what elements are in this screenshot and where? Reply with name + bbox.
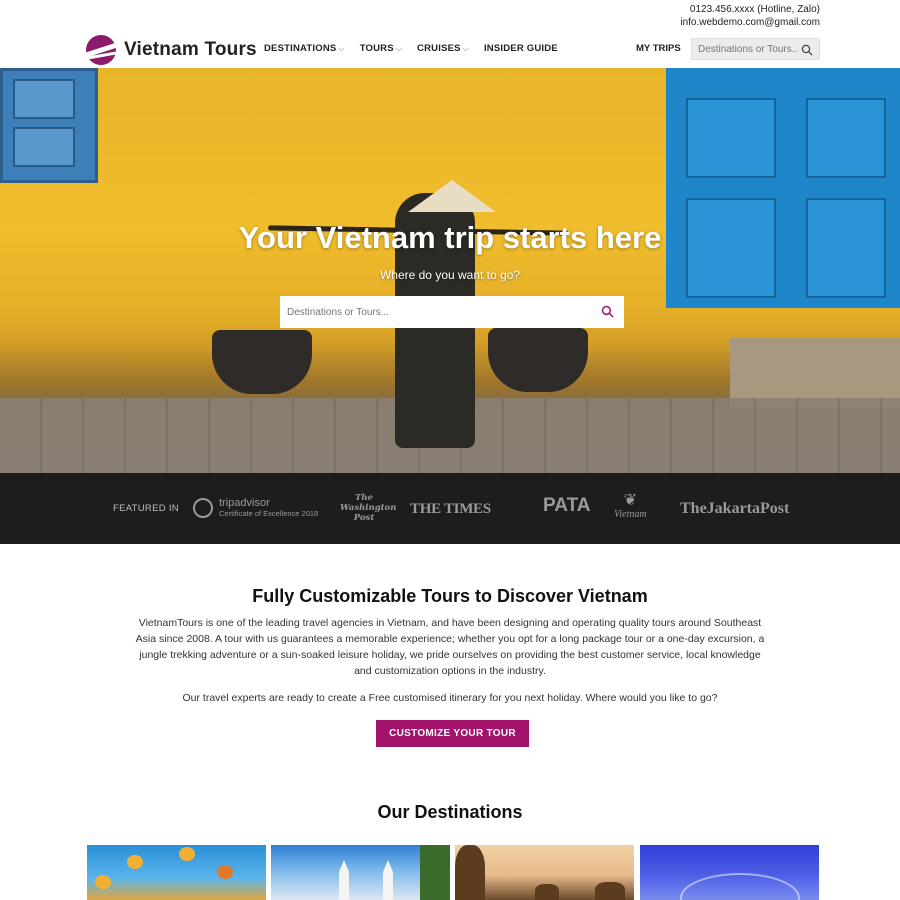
chevron-down-icon: ⌵ [462,43,469,53]
search-icon[interactable] [801,43,813,61]
hero-title: Your Vietnam trip starts here [238,220,662,255]
chevron-down-icon: ⌵ [338,43,345,53]
main-nav: DESTINATIONS ⌵ TOURS ⌵ CRUISES ⌵ INSIDER GU… [264,43,558,54]
featured-in-band: FEATURED IN tripadvisor Certificate of E… [0,473,900,544]
destination-card[interactable] [271,845,450,900]
header-search-input[interactable] [698,43,798,55]
hero-search [280,296,624,328]
the-times-logo: THE TIMES [410,501,491,517]
logo-text: Vietnam Tours [124,39,257,60]
nav-insider-guide[interactable]: INSIDER GUIDE [484,43,558,54]
destinations-title: Our Destinations [377,802,523,822]
pata-logo: PATA [543,495,591,516]
hero-subtitle: Where do you want to go? [379,268,521,282]
hero-photo-window [0,68,98,183]
contact-phone: 0123.456.xxxx (Hotline, Zalo) [689,4,820,15]
washington-post-logo: The Washington Post [340,493,397,523]
vietnam-logo: ❦ Vietnam [614,492,647,521]
tripadvisor-logo: tripadvisor Certificate of Excellence 20… [193,497,318,518]
about-title: Fully Customizable Tours to Discover Vie… [252,586,648,606]
about-paragraph: VietnamTours is one of the leading trave… [135,617,765,677]
hero-banner: Your Vietnam trip starts here Where do y… [0,68,900,473]
nav-cruises[interactable]: CRUISES ⌵ [417,43,469,54]
lotus-icon: ❦ [623,492,637,509]
chevron-down-icon: ⌵ [395,43,403,53]
header-search [691,38,820,60]
my-trips-link[interactable]: MY TRIPS [636,43,681,54]
about-paragraph-2: Our travel experts are ready to create a… [182,692,718,704]
jakarta-post-logo: TheJakartaPost [680,500,790,517]
hero-search-input[interactable] [287,306,587,318]
destination-card[interactable] [455,845,634,900]
cathedral-spire [339,860,349,900]
customize-tour-button[interactable]: CUSTOMIZE YOUR TOUR [376,720,529,747]
award-icon [193,497,213,518]
contact-email[interactable]: info.webdemo.com@gmail.com [680,16,820,29]
featured-label: FEATURED IN [113,503,179,514]
site-logo[interactable]: Vietnam Tours [86,35,257,65]
search-icon[interactable] [601,305,614,323]
nav-destinations[interactable]: DESTINATIONS ⌵ [264,43,345,54]
destination-card[interactable] [87,845,266,900]
lantern-icon [95,875,111,889]
logo-icon [86,35,116,65]
destination-card[interactable] [640,845,819,900]
nav-tours[interactable]: TOURS ⌵ [360,43,402,54]
site-header: Vietnam Tours DESTINATIONS ⌵ TOURS ⌵ CRUIS… [0,30,900,68]
contact-info: 0123.456.xxxx (Hotline, Zalo) info.webde… [680,3,820,29]
